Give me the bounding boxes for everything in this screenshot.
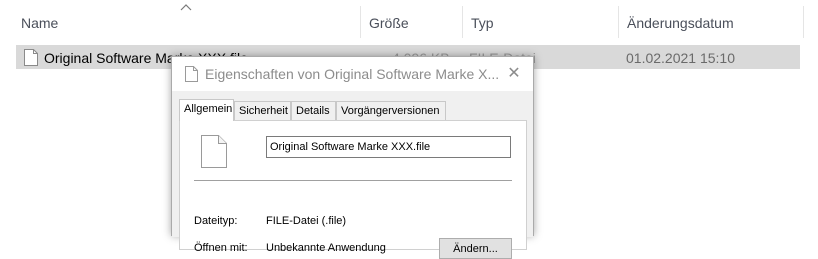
column-date[interactable]: Änderungsdatum — [619, 0, 799, 44]
file-icon — [201, 135, 227, 168]
filename-field[interactable] — [266, 136, 511, 158]
dialog-titlebar[interactable]: Eigenschaften von Original Software Mark… — [172, 57, 533, 91]
file-icon — [185, 66, 198, 82]
general-panel: Dateityp: FILE-Datei (.file) Öffnen mit:… — [179, 120, 527, 259]
filetype-value: FILE-Datei (.file) — [266, 215, 347, 227]
tab-details[interactable]: Details — [291, 101, 336, 120]
column-separator[interactable] — [803, 6, 804, 38]
close-icon: ✕ — [507, 65, 521, 82]
column-name[interactable]: Name — [13, 0, 353, 44]
change-button[interactable]: Ändern... — [439, 238, 512, 259]
openwith-value: Unbekannte Anwendung — [266, 242, 386, 254]
tab-sicherheit[interactable]: Sicherheit — [234, 101, 291, 120]
divider — [194, 180, 512, 181]
close-button[interactable]: ✕ — [503, 63, 525, 85]
tab-vorgaengerversionen[interactable]: Vorgängerversionen — [336, 101, 446, 120]
file-icon — [24, 49, 38, 66]
properties-dialog: Eigenschaften von Original Software Mark… — [171, 56, 534, 259]
openwith-label: Öffnen mit: — [194, 242, 248, 254]
dialog-title: Eigenschaften von Original Software Mark… — [205, 66, 500, 82]
column-size[interactable]: Größe — [361, 0, 461, 44]
file-date: 01.02.2021 15:10 — [626, 50, 735, 66]
column-type[interactable]: Typ — [463, 0, 613, 44]
column-header: Name Größe Typ Änderungsdatum — [0, 0, 818, 44]
tab-allgemein[interactable]: Allgemein — [179, 99, 234, 121]
filetype-label: Dateityp: — [194, 215, 238, 227]
dialog-client: Allgemein Sicherheit Details Vorgängerve… — [172, 91, 533, 259]
